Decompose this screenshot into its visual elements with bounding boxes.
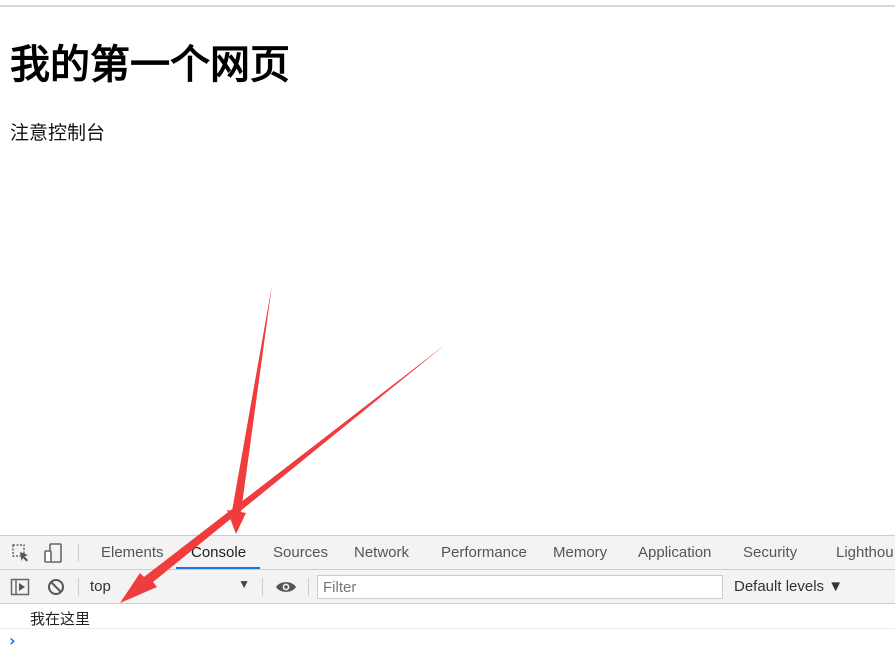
devtools-panel: Elements Console Sources Network Perform…	[0, 535, 895, 656]
device-toggle-icon[interactable]	[43, 543, 65, 563]
console-message: 我在这里	[30, 610, 91, 628]
console-message-row: 我在这里	[0, 604, 895, 629]
active-tab-indicator	[176, 567, 260, 569]
clear-console-icon[interactable]	[45, 577, 67, 597]
tab-sources[interactable]: Sources	[273, 536, 328, 569]
page-paragraph: 注意控制台	[10, 122, 106, 144]
context-selector[interactable]: top ▼	[84, 575, 254, 599]
toolbar-divider	[262, 578, 263, 596]
tab-application[interactable]: Application	[638, 536, 711, 569]
toolbar-divider	[78, 578, 79, 596]
page-heading: 我的第一个网页	[10, 42, 290, 88]
dropdown-arrow-icon: ▼	[238, 577, 250, 591]
console-toolbar: top ▼ Default levels ▼	[0, 570, 895, 604]
tab-elements[interactable]: Elements	[101, 536, 164, 569]
tab-memory[interactable]: Memory	[553, 536, 607, 569]
web-page: 我的第一个网页 注意控制台	[0, 7, 895, 535]
eye-icon[interactable]	[275, 577, 297, 597]
toolbar-divider	[308, 578, 309, 596]
tab-console[interactable]: Console	[191, 536, 246, 569]
console-prompt[interactable]: ›	[0, 629, 895, 656]
devtools-tabbar: Elements Console Sources Network Perform…	[0, 536, 895, 570]
tabbar-divider	[78, 544, 79, 562]
log-levels-dropdown[interactable]: Default levels ▼	[734, 575, 843, 599]
inspect-icon[interactable]	[10, 543, 32, 563]
tab-security[interactable]: Security	[743, 536, 797, 569]
tab-lighthouse[interactable]: Lighthou	[836, 536, 894, 569]
tab-performance[interactable]: Performance	[441, 536, 527, 569]
filter-input[interactable]	[317, 575, 723, 599]
sidebar-toggle-icon[interactable]	[9, 577, 31, 597]
context-value: top	[90, 578, 111, 595]
prompt-chevron-icon: ›	[9, 631, 16, 650]
tab-network[interactable]: Network	[354, 536, 409, 569]
